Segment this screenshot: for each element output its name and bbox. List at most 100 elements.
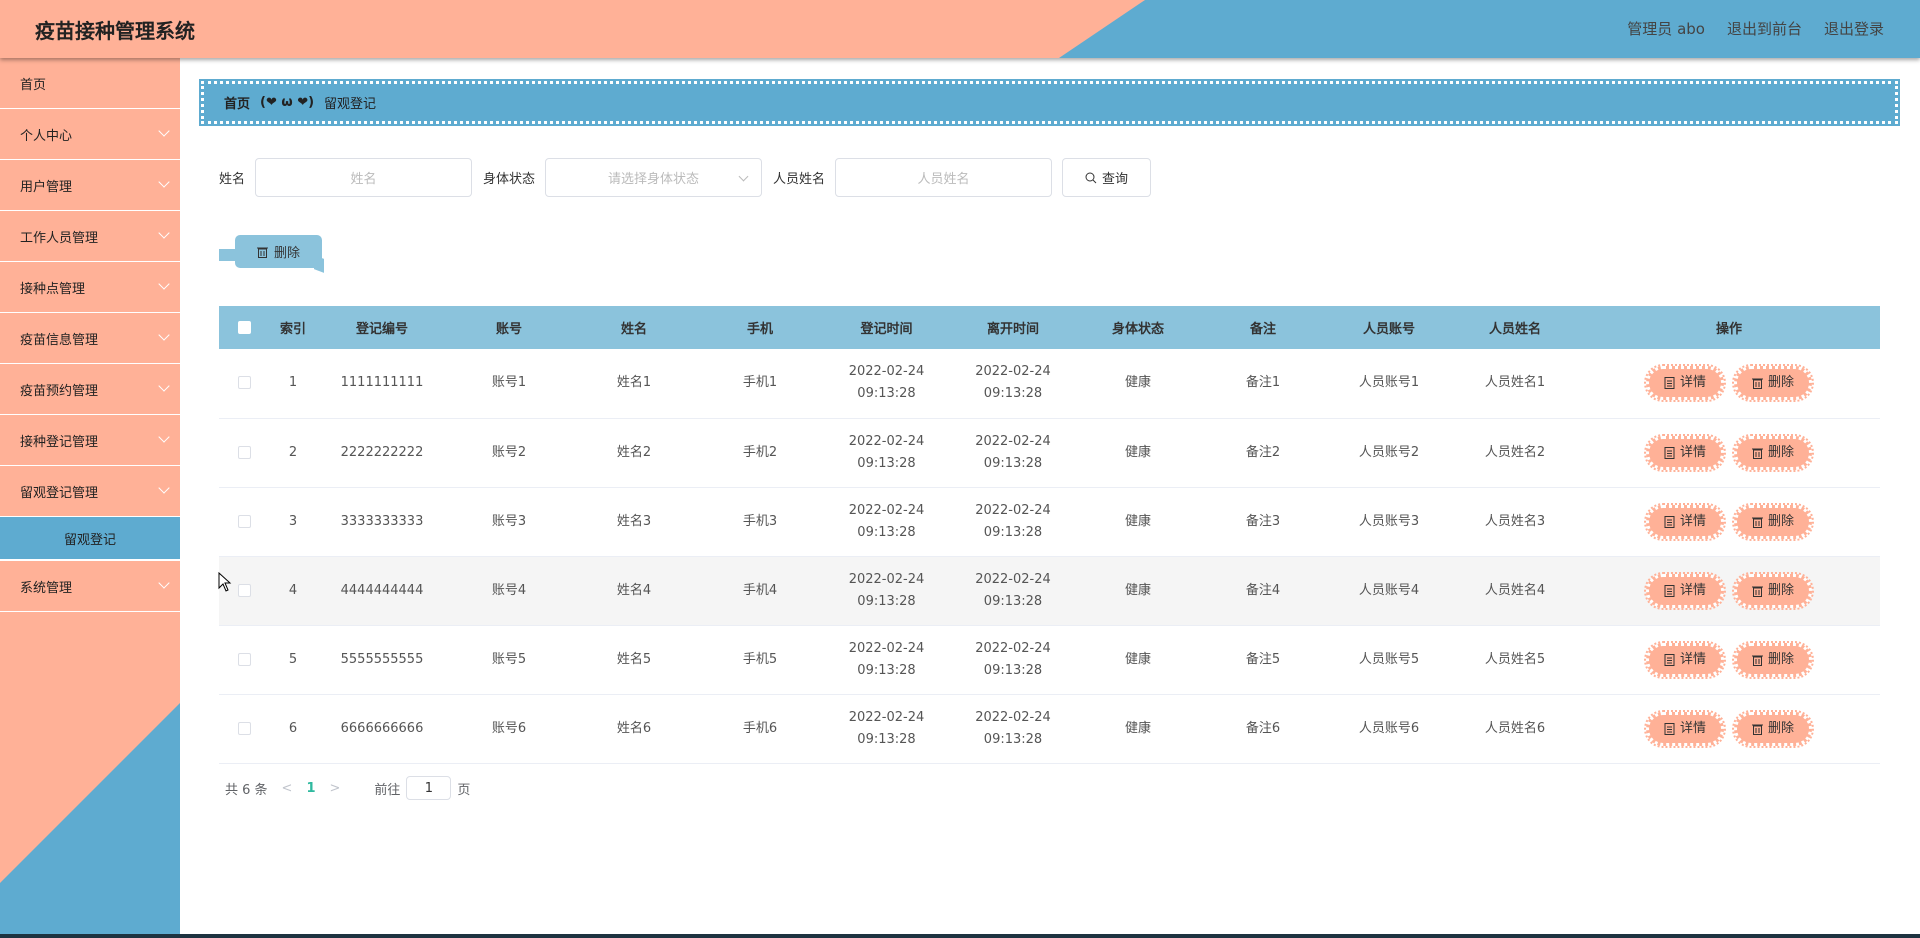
table-cell: 人员账号1 [1326, 349, 1452, 419]
delete-button[interactable]: 删除 [1731, 709, 1815, 748]
row-checkbox[interactable] [237, 583, 251, 597]
sidebar-item[interactable]: 留观登记管理 [0, 466, 180, 517]
page-1-button[interactable]: 1 [306, 781, 315, 796]
table-cell: 2022-02-24 09:13:28 [950, 694, 1076, 764]
sidebar-subitem-active[interactable]: 留观登记 [0, 517, 180, 561]
trash-icon [1752, 378, 1763, 390]
bulk-delete-button[interactable]: 删除 [235, 235, 322, 268]
row-checkbox[interactable] [237, 652, 251, 666]
detail-button[interactable]: 详情 [1643, 640, 1727, 679]
delete-button[interactable]: 删除 [1731, 433, 1815, 472]
sidebar-item-system[interactable]: 系统管理 [0, 561, 180, 612]
detail-button[interactable]: 详情 [1643, 433, 1727, 472]
table-cell: 2 [269, 418, 317, 488]
trash-icon [1752, 517, 1763, 528]
delete-label: 删除 [1768, 444, 1795, 460]
detail-button[interactable]: 详情 [1643, 502, 1727, 541]
next-page-button[interactable]: > [330, 781, 341, 796]
table-cell: 账号4 [447, 556, 571, 626]
top-header: 疫苗接种管理系统 管理员 abo 退出到前台 退出登录 [0, 0, 1920, 58]
delete-button[interactable]: 删除 [1731, 364, 1815, 403]
pagination: 共 6 条 < 1 > 前往 1 页 [225, 776, 470, 800]
sidebar-item-label: 疫苗信息管理 [20, 332, 99, 348]
chevron-down-icon [158, 227, 170, 239]
name-input[interactable]: 姓名 [255, 158, 473, 197]
sidebar-subitem-label: 留观登记 [63, 532, 116, 548]
sidebar-item[interactable]: 工作人员管理 [0, 211, 180, 262]
trash-icon [256, 247, 268, 258]
table-cell: 手机2 [697, 418, 823, 488]
delete-button[interactable]: 删除 [1731, 502, 1815, 541]
sidebar-item[interactable]: 用户管理 [0, 160, 180, 211]
row-checkbox[interactable] [237, 376, 251, 390]
column-header: 身体状态 [1076, 306, 1200, 349]
sidebar-item[interactable]: 首页 [0, 58, 180, 109]
table-cell: 姓名1 [571, 349, 697, 419]
table-cell: 账号5 [447, 625, 571, 695]
select-all-cell [219, 306, 269, 349]
row-select-cell [219, 487, 269, 557]
status-placeholder: 请选择身体状态 [608, 172, 700, 187]
delete-label: 删除 [1768, 651, 1795, 667]
table-cell: 人员姓名4 [1452, 556, 1578, 626]
table-cell: 2022-02-24 09:13:28 [823, 349, 950, 419]
breadcrumb-current: 留观登记 [324, 97, 377, 112]
column-header: 索引 [269, 306, 317, 349]
actions-cell: 详情 删除 [1578, 625, 1880, 695]
back-to-front-link[interactable]: 退出到前台 [1727, 18, 1802, 39]
table-cell: 备注1 [1200, 349, 1326, 419]
delete-button[interactable]: 删除 [1731, 571, 1815, 610]
document-icon [1664, 584, 1675, 597]
document-icon [1664, 377, 1675, 390]
row-checkbox[interactable] [237, 514, 251, 528]
sidebar-item[interactable]: 接种点管理 [0, 262, 180, 313]
trash-icon [1752, 586, 1763, 597]
detail-label: 详情 [1679, 444, 1706, 460]
detail-button[interactable]: 详情 [1643, 571, 1727, 610]
table-cell: 账号1 [447, 349, 571, 419]
delete-button[interactable]: 删除 [1731, 640, 1815, 679]
table-row: 3 3333333333 账号3 姓名3 手机3 2022-02-24 09:13:28 2… [219, 487, 1880, 557]
table-cell: 姓名2 [571, 418, 697, 488]
column-header: 人员账号 [1326, 306, 1452, 349]
sidebar: 首页 个人中心 用户管理 工作人员管理 接种点管理 疫苗信息管理 疫苗预约管理 接种登记管理留… [0, 58, 180, 938]
status-select[interactable]: 请选择身体状态 [545, 158, 763, 197]
name-placeholder: 姓名 [350, 172, 377, 187]
table-cell: 3 [269, 487, 317, 557]
column-header: 登记编号 [317, 306, 447, 349]
table-cell: 2022-02-24 09:13:28 [823, 556, 950, 626]
row-checkbox[interactable] [237, 721, 251, 735]
row-select-cell [219, 349, 269, 419]
table-cell: 手机5 [697, 625, 823, 695]
table-cell: 备注3 [1200, 487, 1326, 557]
sidebar-item[interactable]: 接种登记管理 [0, 415, 180, 466]
query-button[interactable]: 查询 [1062, 158, 1152, 197]
goto-page-input[interactable]: 1 [406, 776, 452, 800]
table-cell: 6666666666 [317, 694, 447, 764]
table-cell: 1111111111 [317, 349, 447, 419]
detail-label: 详情 [1679, 651, 1706, 667]
table-cell: 姓名6 [571, 694, 697, 764]
detail-button[interactable]: 详情 [1643, 709, 1727, 748]
table-cell: 健康 [1076, 487, 1200, 557]
detail-label: 详情 [1679, 513, 1706, 529]
logout-link[interactable]: 退出登录 [1824, 18, 1884, 39]
sidebar-item[interactable]: 疫苗预约管理 [0, 364, 180, 415]
row-checkbox[interactable] [237, 445, 251, 459]
sidebar-item[interactable]: 个人中心 [0, 109, 180, 160]
prev-page-button[interactable]: < [282, 781, 293, 796]
sidebar-item-label: 疫苗预约管理 [20, 383, 99, 399]
sidebar-item[interactable]: 疫苗信息管理 [0, 313, 180, 364]
chevron-down-icon [158, 482, 170, 494]
select-all-checkbox[interactable] [237, 321, 251, 334]
table-cell: 手机6 [697, 694, 823, 764]
search-bar: 姓名 姓名 身体状态 请选择身体状态 人员姓名 人员姓名 查询 [219, 158, 1152, 197]
chevron-down-icon [158, 431, 170, 443]
row-select-cell [219, 625, 269, 695]
table-cell: 手机1 [697, 349, 823, 419]
table-cell: 5555555555 [317, 625, 447, 695]
table-cell: 姓名3 [571, 487, 697, 557]
breadcrumb-home[interactable]: 首页 [224, 93, 250, 112]
detail-button[interactable]: 详情 [1643, 364, 1727, 403]
staff-name-input[interactable]: 人员姓名 [835, 158, 1053, 197]
